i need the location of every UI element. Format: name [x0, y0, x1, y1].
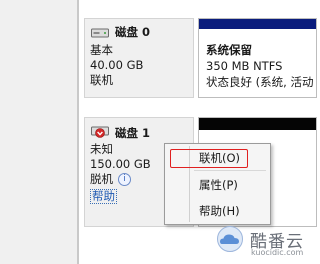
offline-disk-icon: [91, 126, 109, 138]
disk-1-size: 150.00 GB: [90, 157, 151, 171]
partition-status: 状态良好 (系统, 活动: [206, 75, 314, 89]
watermark-site: kuocidic.com: [251, 248, 304, 257]
left-panel-strip: [0, 0, 77, 264]
unallocated-bar: [199, 118, 316, 130]
disk-0-type: 基本: [90, 43, 113, 57]
disk-1-type: 未知: [90, 142, 113, 156]
partition-title: 系统保留: [206, 43, 252, 57]
disk-1-status: 脱机: [90, 172, 113, 186]
menu-item-help[interactable]: 帮助(H): [199, 204, 240, 219]
help-link[interactable]: 帮助: [90, 189, 117, 204]
partition-bar: [199, 19, 316, 29]
disk-0-label-panel[interactable]: 磁盘 0 基本 40.00 GB 联机: [84, 18, 194, 98]
partition-detail: 350 MB NTFS: [206, 59, 283, 73]
hard-disk-icon: [91, 28, 109, 38]
disk-1-name: 磁盘 1: [115, 126, 151, 140]
cloud-logo-icon: [217, 226, 243, 252]
panel-divider: [77, 0, 79, 264]
disk-0-status: 联机: [90, 73, 113, 87]
disk-0-name: 磁盘 0: [115, 25, 151, 39]
info-icon[interactable]: i: [118, 173, 131, 186]
disk-0-partition[interactable]: 系统保留 350 MB NTFS 状态良好 (系统, 活动: [198, 18, 317, 98]
disk-0-size: 40.00 GB: [90, 58, 144, 72]
menu-item-properties[interactable]: 属性(P): [199, 178, 238, 193]
menu-separator: [194, 170, 266, 171]
highlight-annotation: [170, 149, 248, 168]
